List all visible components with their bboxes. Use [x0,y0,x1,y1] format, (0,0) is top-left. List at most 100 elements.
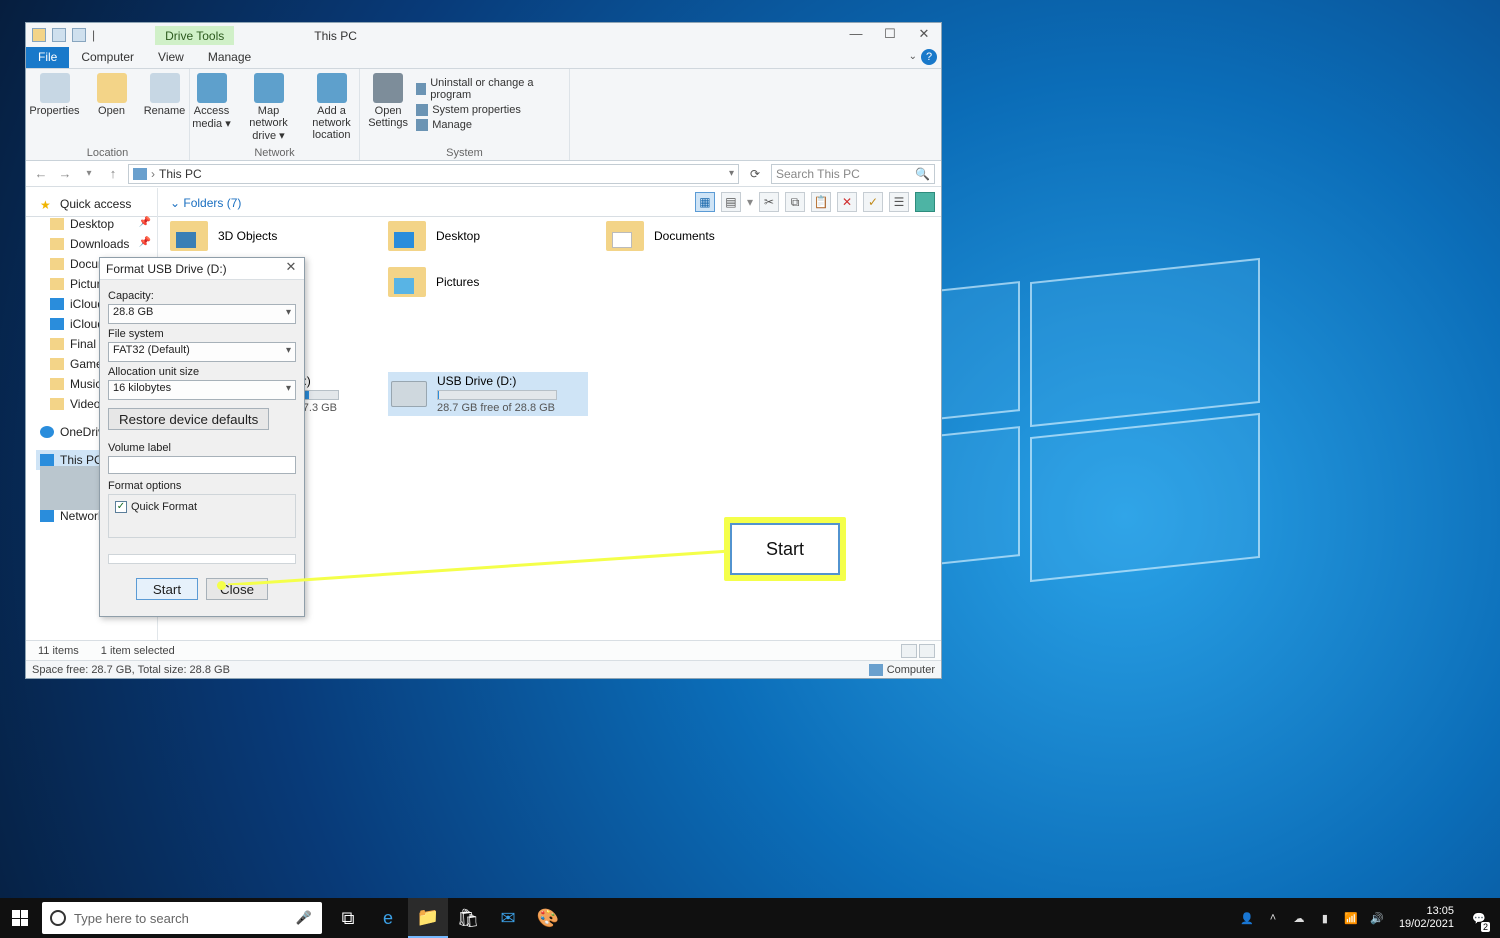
close-button[interactable]: ✕ [907,23,941,47]
allocation-select[interactable]: 16 kilobytes [108,380,296,400]
tab-computer[interactable]: Computer [69,47,146,68]
taskbar-store-icon[interactable]: 🛍 [448,898,488,938]
tray-clock[interactable]: 13:05 19/02/2021 [1399,905,1454,931]
callout-dot [217,581,226,590]
ribbon-rename[interactable]: Rename [142,73,188,117]
drive-free: 28.7 GB free of 28.8 GB [437,402,585,414]
address-bar[interactable]: › This PC ▾ [128,164,739,184]
volume-label-input[interactable] [108,456,296,474]
section-folders[interactable]: Folders (7) [170,196,931,210]
filesystem-label: File system [108,328,296,340]
taskbar: Type here to search 🎤 ⧉ e 📁 🛍 ✉ 🎨 👤 ˄ ☁ … [0,898,1500,938]
taskbar-search[interactable]: Type here to search 🎤 [42,902,322,934]
taskbar-explorer-icon[interactable]: 📁 [408,898,448,938]
ribbon-uninstall[interactable]: Uninstall or change a program [416,77,553,101]
view-mode-icon[interactable] [919,644,935,658]
ribbon-properties[interactable]: Properties [28,73,82,117]
contextual-tab-drive-tools: Drive Tools [155,26,234,45]
qat-folder-icon [32,28,46,42]
status-selected: 1 item selected [101,645,175,657]
search-input[interactable]: Search This PC 🔍 [771,164,935,184]
tray-chevron-icon[interactable]: ˄ [1265,912,1281,924]
drive-item-d[interactable]: USB Drive (D:) 28.7 GB free of 28.8 GB [388,372,588,416]
close-button[interactable]: Close [206,578,268,600]
drive-name: USB Drive (D:) [437,374,585,388]
restore-defaults-button[interactable]: Restore device defaults [108,408,269,430]
thispc-icon [133,168,147,180]
mic-icon[interactable]: 🎤 [296,910,312,926]
format-dialog: Format USB Drive (D:) ✕ Capacity: 28.8 G… [99,257,305,617]
capacity-label: Capacity: [108,290,296,302]
folder-item[interactable]: 3D Objects [170,216,370,256]
refresh-icon[interactable]: ⟳ [745,167,765,181]
qat-icon[interactable] [72,28,86,42]
tab-view[interactable]: View [146,47,196,68]
sidebar-item[interactable]: Desktop📌 [36,214,157,234]
sysprops-icon [416,104,428,116]
folder-item[interactable]: Pictures [388,262,588,302]
status-items: 11 items [38,645,79,657]
tray-onedrive-icon[interactable]: ☁ [1291,912,1307,925]
ribbon-access-media[interactable]: Access media ▾ [190,73,234,142]
qat-icon[interactable] [52,28,66,42]
tab-file[interactable]: File [26,47,69,68]
tab-manage[interactable]: Manage [196,47,263,68]
dialog-titlebar[interactable]: Format USB Drive (D:) ✕ [100,258,304,280]
ribbon-map-drive[interactable]: Map network drive ▾ [244,73,294,142]
system-tray: 👤 ˄ ☁ ▮ 📶 🔊 13:05 19/02/2021 💬2 [1239,898,1500,938]
ribbon-manage[interactable]: Manage [416,119,553,131]
taskbar-paint-icon[interactable]: 🎨 [528,898,568,938]
tray-wifi-icon[interactable]: 📶 [1343,912,1359,925]
ribbon-add-network-location[interactable]: Add a network location [304,73,360,142]
dialog-close-button[interactable]: ✕ [282,260,300,276]
tray-battery-icon[interactable]: ▮ [1317,912,1333,925]
format-options-group: ✓Quick Format [108,494,296,538]
manage-icon [416,119,428,131]
tray-volume-icon[interactable]: 🔊 [1369,912,1385,925]
taskbar-mail-icon[interactable]: ✉ [488,898,528,938]
ribbon-group-location: Location [26,147,189,159]
dialog-title: Format USB Drive (D:) [106,262,227,276]
sidebar-quick-access[interactable]: Quick access [36,194,157,214]
breadcrumb[interactable]: This PC [159,167,202,181]
nav-history[interactable]: ▾ [80,168,98,179]
action-center-icon[interactable]: 💬2 [1464,898,1494,938]
ribbon: Properties Open Rename Location Access m… [26,69,941,161]
format-options-label: Format options [108,480,296,492]
nav-back[interactable]: ← [32,166,50,181]
computer-icon [869,664,883,676]
window-title: This PC [304,26,367,45]
status-space: Space free: 28.7 GB, Total size: 28.8 GB [32,664,230,676]
ribbon-open[interactable]: Open [92,73,132,117]
task-view-icon[interactable]: ⧉ [328,898,368,938]
cortana-icon [50,910,66,926]
taskbar-edge-icon[interactable]: e [368,898,408,938]
allocation-label: Allocation unit size [108,366,296,378]
ribbon-group-system: System [360,147,569,159]
start-button[interactable]: Start [136,578,198,600]
nav-up[interactable]: ↑ [104,166,122,181]
ribbon-open-settings[interactable]: Open Settings [368,73,408,129]
collapse-ribbon-icon[interactable]: ⌄ [909,51,917,62]
titlebar[interactable]: | Drive Tools This PC — ☐ ✕ [26,23,941,47]
maximize-button[interactable]: ☐ [873,23,907,47]
tray-people-icon[interactable]: 👤 [1239,912,1255,925]
sidebar-item[interactable]: Downloads📌 [36,234,157,254]
start-menu-button[interactable] [0,898,40,938]
ribbon-group-network: Network [190,147,359,159]
quick-format-checkbox[interactable]: ✓Quick Format [115,501,289,513]
capacity-select[interactable]: 28.8 GB [108,304,296,324]
nav-forward[interactable]: → [56,166,74,181]
address-row: ← → ▾ ↑ › This PC ▾ ⟳ Search This PC 🔍 [26,161,941,187]
minimize-button[interactable]: — [839,23,873,47]
help-icon[interactable]: ? [921,49,937,65]
uninstall-icon [416,83,426,95]
ribbon-system-properties[interactable]: System properties [416,104,553,116]
filesystem-select[interactable]: FAT32 (Default) [108,342,296,362]
callout-start: Start [730,523,840,575]
status-bar: 11 items 1 item selected [26,640,941,660]
folder-item[interactable]: Documents [606,216,806,256]
folder-item[interactable]: Desktop [388,216,588,256]
view-mode-icon[interactable] [901,644,917,658]
drive-icon [391,381,427,407]
